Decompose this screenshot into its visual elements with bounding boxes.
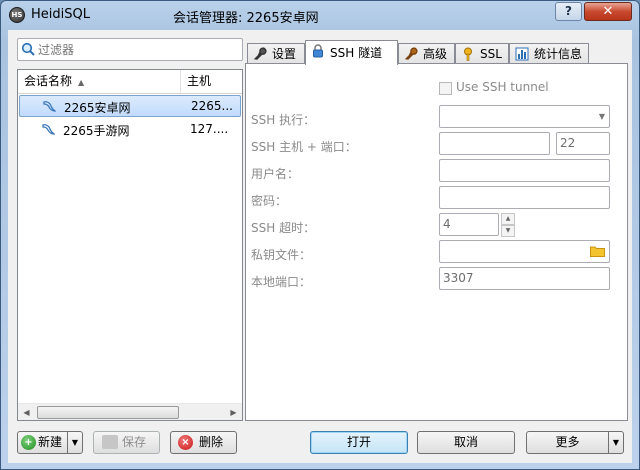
new-session-button[interactable]: + 新建	[17, 431, 68, 454]
filter-box[interactable]	[17, 38, 243, 61]
search-icon	[21, 42, 35, 56]
dolphin-icon	[42, 124, 55, 135]
tab-advanced[interactable]: 高级	[398, 43, 455, 64]
scroll-left-icon[interactable]: ◀	[18, 404, 35, 421]
scroll-right-icon[interactable]: ▶	[225, 404, 242, 421]
timeout-decrement-icon[interactable]: ▼	[501, 225, 515, 237]
bar-chart-icon	[515, 47, 529, 61]
lock-icon	[313, 44, 323, 58]
session-host: 127....	[190, 122, 229, 136]
save-button[interactable]: 保存	[93, 431, 160, 454]
plus-icon: +	[21, 435, 36, 450]
ssh-timeout-input[interactable]: 4	[439, 213, 499, 236]
local-port-label: 本地端口：	[251, 275, 312, 289]
session-name: 2265安卓网	[64, 101, 131, 115]
tab-statistics[interactable]: 统计信息	[509, 43, 589, 64]
private-key-label: 私钥文件：	[251, 248, 312, 262]
local-port-input[interactable]: 3307	[439, 267, 610, 290]
close-button[interactable]: ✕	[584, 2, 632, 21]
password-input[interactable]	[439, 186, 610, 209]
help-button[interactable]: ?	[555, 2, 582, 21]
dialog-client-area: 会话名称 ▲ 主机 2265安卓网 2265... 2265手游网 127....…	[8, 30, 632, 463]
timeout-increment-icon[interactable]: ▲	[501, 213, 515, 225]
ssh-tunnel-panel: Use SSH tunnel SSH 执行： ▼ SSH 主机 + 端口： 22…	[245, 63, 628, 421]
delete-x-icon: ×	[178, 435, 193, 450]
tab-label: SSH 隧道	[330, 46, 383, 60]
ssh-host-port-label: SSH 主机 + 端口：	[251, 140, 357, 154]
ssh-timeout-label: SSH 超时：	[251, 221, 316, 235]
heidisql-app-icon: HS	[9, 7, 25, 23]
dolphin-icon	[43, 101, 56, 112]
column-header-session-name[interactable]: 会话名称 ▲	[18, 70, 181, 93]
floppy-disk-icon	[102, 435, 118, 449]
tab-label: 设置	[272, 47, 297, 61]
horizontal-scrollbar[interactable]: ◀ ▶	[18, 403, 242, 420]
tab-ssl[interactable]: SSL	[455, 43, 509, 64]
username-input[interactable]	[439, 159, 610, 182]
title-bar[interactable]: HS HeidiSQL 会话管理器: 2265安卓网 ? ✕	[1, 1, 639, 29]
window-title: 会话管理器: 2265安卓网	[173, 11, 319, 26]
tab-ssh-tunnel[interactable]: SSH 隧道	[305, 40, 398, 65]
more-button[interactable]: 更多	[526, 431, 609, 454]
ssh-timeout-value: 4	[443, 217, 451, 231]
session-row-2265-games[interactable]: 2265手游网 127....	[19, 119, 241, 141]
wrench-icon	[254, 47, 267, 60]
sort-ascending-icon: ▲	[78, 78, 85, 87]
use-ssh-tunnel-checkbox[interactable]	[439, 82, 452, 95]
session-list[interactable]: 会话名称 ▲ 主机 2265安卓网 2265... 2265手游网 127....…	[17, 69, 243, 421]
chevron-down-icon: ▼	[598, 112, 605, 121]
app-name: HeidiSQL	[31, 7, 90, 22]
session-manager-window: HS HeidiSQL 会话管理器: 2265安卓网 ? ✕ 会话名称 ▲ 主机	[0, 0, 640, 470]
list-header: 会话名称 ▲ 主机	[18, 70, 242, 94]
private-key-input[interactable]	[439, 240, 610, 263]
tab-settings[interactable]: 设置	[247, 43, 305, 64]
local-port-value: 3307	[443, 271, 474, 285]
ssh-executable-label: SSH 执行：	[251, 113, 316, 127]
use-ssh-tunnel-label: Use SSH tunnel	[456, 80, 549, 94]
wrench-icon	[405, 47, 418, 60]
password-label: 密码：	[251, 194, 288, 208]
filter-input[interactable]	[38, 40, 238, 59]
save-button-label: 保存	[122, 435, 147, 449]
session-row-2265-android[interactable]: 2265安卓网 2265...	[19, 95, 241, 117]
scroll-thumb[interactable]	[37, 406, 179, 419]
folder-icon[interactable]	[590, 245, 605, 257]
ssh-port-value: 22	[560, 136, 576, 150]
session-host: 2265...	[191, 99, 233, 113]
tab-label: SSL	[480, 47, 502, 61]
key-icon	[464, 47, 472, 61]
column-header-label: 主机	[187, 74, 212, 88]
session-name: 2265手游网	[63, 124, 130, 138]
username-label: 用户名：	[251, 167, 300, 181]
ssh-host-input[interactable]	[439, 132, 550, 155]
delete-button[interactable]: × 删除	[170, 431, 237, 454]
tab-label: 高级	[423, 47, 448, 61]
column-header-host[interactable]: 主机	[181, 70, 242, 93]
cancel-button[interactable]: 取消	[417, 431, 515, 454]
new-session-dropdown[interactable]: ▼	[67, 431, 83, 454]
delete-button-label: 删除	[199, 435, 224, 449]
ssh-port-input[interactable]: 22	[556, 132, 610, 155]
more-dropdown[interactable]: ▼	[608, 431, 624, 454]
ssh-executable-dropdown[interactable]: ▼	[439, 105, 610, 128]
tab-strip: 设置 SSH 隧道 高级 SSL 统计信息	[245, 40, 625, 65]
column-header-label: 会话名称	[24, 74, 73, 88]
open-button[interactable]: 打开	[310, 431, 408, 454]
new-button-label: 新建	[38, 435, 63, 449]
tab-label: 统计信息	[534, 47, 583, 61]
